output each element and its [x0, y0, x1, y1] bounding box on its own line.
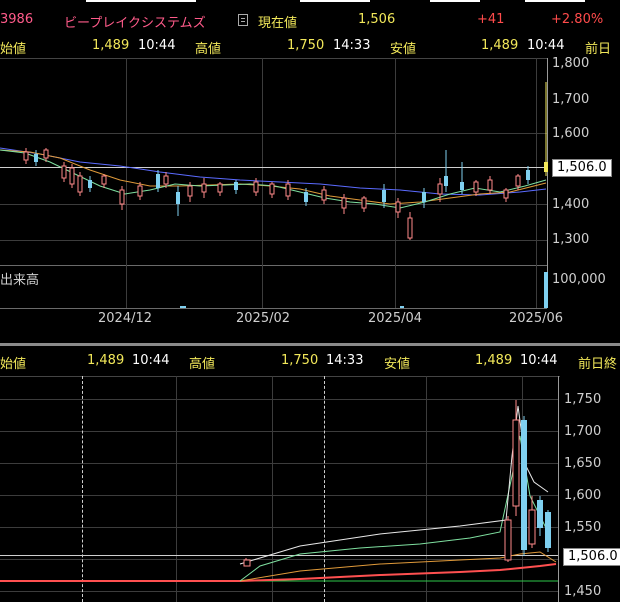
low-time: 10:44	[520, 353, 558, 368]
high-label: 高値	[189, 357, 216, 372]
open-label: 始値	[0, 42, 27, 57]
open-value: 1,489	[87, 353, 125, 368]
y-tick: 1,600	[552, 126, 590, 141]
stock-code[interactable]: 3986	[0, 12, 33, 27]
volume-tick: 100,000	[552, 272, 606, 287]
price-change: +41	[477, 12, 505, 27]
y-tick: 1,450	[564, 584, 602, 599]
y-tick: 1,700	[552, 92, 590, 107]
open-time: 10:44	[138, 38, 176, 53]
current-price-tag: 1,506.0	[563, 548, 620, 566]
low-value: 1,489	[481, 38, 519, 53]
prev-close-label: 前日終	[578, 357, 618, 372]
x-tick: 2025/04	[368, 311, 423, 326]
y-tick: 1,750	[564, 392, 602, 407]
y-tick: 1,650	[564, 456, 602, 471]
daily-series	[0, 82, 548, 308]
volume-bars	[180, 272, 548, 308]
current-price: 1,506	[358, 12, 396, 27]
x-tick: 2024/12	[98, 311, 153, 326]
x-tick: 2025/06	[509, 311, 564, 326]
high-time: 14:33	[326, 353, 364, 368]
y-tick: 1,700	[564, 424, 602, 439]
pane-divider[interactable]	[0, 343, 620, 346]
intraday-chart[interactable]: 1,750 1,700 1,650 1,600 1,550 1,506.0 1,…	[0, 376, 620, 602]
board-icon[interactable]	[238, 14, 248, 26]
prev-label: 前日	[585, 42, 612, 57]
open-time: 10:44	[132, 353, 170, 368]
y-tick: 1,400	[552, 197, 590, 212]
price-change-pct: +2.80%	[551, 12, 604, 27]
high-label: 高値	[195, 42, 222, 57]
low-label: 安値	[390, 42, 417, 57]
company-name[interactable]: ビープレイクシステムズ	[64, 12, 206, 31]
low-value: 1,489	[475, 353, 513, 368]
high-value: 1,750	[287, 38, 325, 53]
y-tick: 1,550	[564, 520, 602, 535]
open-value: 1,489	[92, 38, 130, 53]
low-label: 安値	[384, 357, 411, 372]
daily-stats-row: 始値 1,489 10:44 高値 1,750 14:33 安値 1,489 1…	[0, 38, 620, 57]
quote-header: 3986 ビープレイクシステムズ 現在値 1,506 +41 +2.80%	[0, 12, 620, 31]
current-price-tag: 1,506.0	[552, 159, 612, 177]
y-tick: 1,300	[552, 232, 590, 247]
intraday-series	[0, 400, 558, 582]
intraday-stats-row: 始値 1,489 10:44 高値 1,750 14:33 安値 1,489 1…	[0, 353, 620, 372]
low-time: 10:44	[527, 38, 565, 53]
high-time: 14:33	[333, 38, 371, 53]
volume-label: 出来高	[0, 273, 40, 288]
candles	[23, 82, 548, 240]
y-tick: 1,800	[552, 56, 590, 71]
x-tick: 2025/02	[236, 311, 291, 326]
high-value: 1,750	[281, 353, 319, 368]
y-tick: 1,600	[564, 488, 602, 503]
current-price-label: 現在値	[258, 16, 298, 31]
daily-chart[interactable]: 1,800 1,700 1,600 1,506.0 1,400 1,300 出来…	[0, 56, 620, 328]
open-label: 始値	[0, 357, 27, 372]
